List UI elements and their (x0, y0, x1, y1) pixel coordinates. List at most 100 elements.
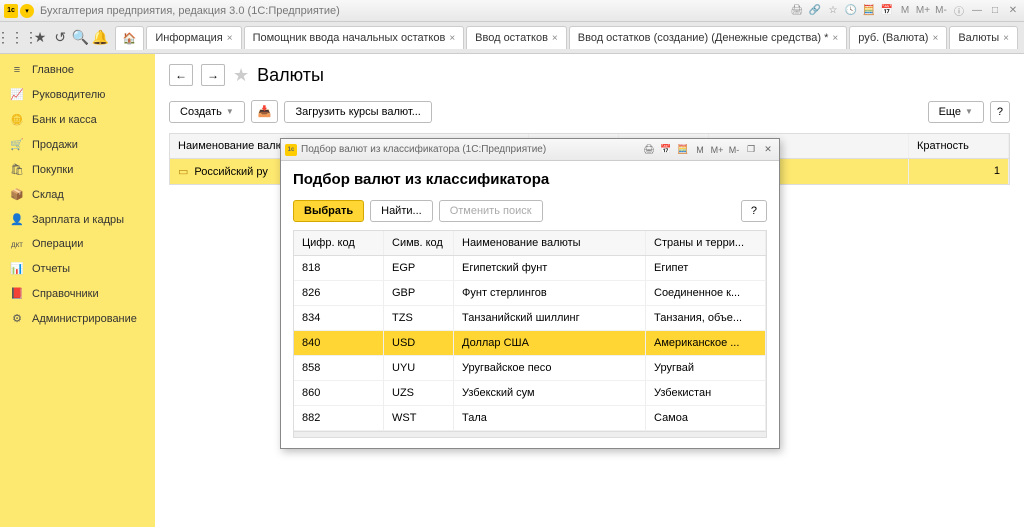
history-icon[interactable]: ↺ (50, 25, 70, 51)
close-icon[interactable]: ✕ (761, 143, 775, 157)
maximize-icon[interactable]: □ (988, 4, 1002, 18)
m-minus-button[interactable]: M- (727, 143, 741, 157)
m-plus-button[interactable]: M+ (710, 143, 724, 157)
tab-assistant[interactable]: Помощник ввода начальных остатков× (244, 26, 465, 49)
info-icon[interactable]: ⓘ (952, 4, 966, 18)
bell-icon[interactable]: 🔔 (91, 25, 111, 51)
m-button[interactable]: M (898, 4, 912, 18)
scrollbar[interactable] (294, 431, 766, 437)
table-row[interactable]: 860UZSУзбекский сумУзбекистан (294, 381, 766, 406)
page-actions: Создать▼ 📥 Загрузить курсы валют... Еще▼… (169, 100, 1010, 123)
star-icon[interactable]: ☆ (826, 4, 840, 18)
menu-icon: ≡ (10, 64, 24, 76)
calc-icon[interactable]: 🧮 (862, 4, 876, 18)
help-button[interactable]: ? (741, 200, 767, 222)
link-icon[interactable]: 🔗 (808, 4, 822, 18)
dialog-titlebar: 1c Подбор валют из классификатора (1С:Пр… (281, 139, 779, 161)
load-rates-button[interactable]: Загрузить курсы валют... (284, 101, 431, 123)
sidebar-item-manager[interactable]: 📈Руководителю (0, 82, 155, 107)
chevron-down-icon: ▼ (226, 107, 234, 116)
close-icon[interactable]: × (449, 33, 455, 44)
dialog-heading: Подбор валют из классификатора (293, 171, 767, 188)
tab-entry[interactable]: Ввод остатков× (466, 26, 567, 49)
minimize-icon[interactable]: — (970, 4, 984, 18)
select-button[interactable]: Выбрать (293, 200, 364, 222)
chart-icon: 📈 (10, 88, 24, 101)
sidebar-item-main[interactable]: ≡Главное (0, 58, 155, 82)
m-plus-button[interactable]: M+ (916, 4, 930, 18)
search-icon[interactable]: 🔍 (70, 25, 90, 51)
sidebar-item-operations[interactable]: дктОперации (0, 232, 155, 256)
close-icon[interactable]: × (552, 33, 558, 44)
calendar-icon[interactable]: 📅 (880, 4, 894, 18)
ops-icon: дкт (10, 240, 24, 249)
col-mult[interactable]: Кратность (909, 134, 1009, 158)
favorite-icon[interactable]: ★ (30, 25, 50, 51)
table-row[interactable]: 882WSTТалаСамоа (294, 406, 766, 431)
load-by-classifier-button[interactable]: 📥 (251, 100, 279, 123)
table-row[interactable]: 840USDДоллар СШААмериканское ... (294, 331, 766, 356)
classifier-grid: Цифр. код Симв. код Наименование валюты … (293, 230, 767, 438)
tab-bar: 🏠 Информация× Помощник ввода начальных о… (115, 22, 1020, 53)
tab-home[interactable]: 🏠 (115, 26, 145, 50)
coin-icon: 🪙 (10, 113, 24, 126)
app-logo-icon: 1c (285, 144, 297, 156)
close-icon[interactable]: × (832, 33, 838, 44)
forward-button[interactable]: → (201, 64, 225, 86)
cart-icon: 🛒 (10, 138, 24, 151)
calc-icon[interactable]: 🧮 (676, 143, 690, 157)
sidebar-item-bank[interactable]: 🪙Банк и касса (0, 107, 155, 132)
tab-currencies[interactable]: Валюты× (949, 26, 1018, 49)
find-button[interactable]: Найти... (370, 200, 433, 222)
row-icon: ▭ (178, 166, 188, 178)
apps-icon[interactable]: ⋮⋮⋮ (4, 25, 30, 51)
gear-icon: ⚙ (10, 312, 24, 325)
help-button[interactable]: ? (990, 101, 1010, 123)
more-button[interactable]: Еще▼ (928, 101, 984, 123)
table-row[interactable]: 818EGPЕгипетский фунтЕгипет (294, 256, 766, 281)
close-icon[interactable]: × (227, 33, 233, 44)
print-icon[interactable]: 🖨 (790, 4, 804, 18)
tab-rub[interactable]: руб. (Валюта)× (849, 26, 947, 49)
page-header: ← → ★ Валюты (169, 64, 1010, 86)
sidebar-item-admin[interactable]: ⚙Администрирование (0, 306, 155, 331)
sidebar-item-warehouse[interactable]: 📦Склад (0, 182, 155, 207)
tab-info[interactable]: Информация× (146, 26, 241, 49)
clock-icon[interactable]: 🕓 (844, 4, 858, 18)
box-icon: 📦 (10, 188, 24, 201)
back-button[interactable]: ← (169, 64, 193, 86)
dialog-titlebar-icons: 🖨 📅 🧮 M M+ M- ❐ ✕ (642, 143, 775, 157)
person-icon: 👤 (10, 213, 24, 226)
col-country[interactable]: Страны и терри... (646, 231, 766, 255)
app-logo-icon: 1c (4, 4, 18, 18)
cancel-search-button: Отменить поиск (439, 200, 543, 222)
close-icon[interactable]: × (1003, 33, 1009, 44)
calendar-icon[interactable]: 📅 (659, 143, 673, 157)
app-dropdown-icon[interactable]: ▾ (20, 4, 34, 18)
col-sym[interactable]: Симв. код (384, 231, 454, 255)
bag-icon: 🛍 (10, 163, 24, 176)
tab-entry-create[interactable]: Ввод остатков (создание) (Денежные средс… (569, 26, 847, 49)
table-row[interactable]: 858UYUУругвайское песоУругвай (294, 356, 766, 381)
sidebar-item-sales[interactable]: 🛒Продажи (0, 132, 155, 157)
sidebar-item-purchases[interactable]: 🛍Покупки (0, 157, 155, 182)
page-title: Валюты (257, 65, 324, 86)
col-name[interactable]: Наименование валюты (454, 231, 646, 255)
window-restore-icon[interactable]: ❐ (744, 143, 758, 157)
fav-star-icon[interactable]: ★ (233, 65, 249, 86)
table-row[interactable]: 826GBPФунт стерлинговСоединенное к... (294, 281, 766, 306)
print-icon[interactable]: 🖨 (642, 143, 656, 157)
col-code[interactable]: Цифр. код (294, 231, 384, 255)
dialog-title: Подбор валют из классификатора (1С:Предп… (301, 144, 546, 155)
barchart-icon: 📊 (10, 262, 24, 275)
m-button[interactable]: M (693, 143, 707, 157)
m-minus-button[interactable]: M- (934, 4, 948, 18)
create-button[interactable]: Создать▼ (169, 101, 245, 123)
close-icon[interactable]: ✕ (1006, 4, 1020, 18)
sidebar-item-refs[interactable]: 📕Справочники (0, 281, 155, 306)
sidebar-item-salary[interactable]: 👤Зарплата и кадры (0, 207, 155, 232)
table-row[interactable]: 834TZSТанзанийский шиллингТанзания, объе… (294, 306, 766, 331)
dialog-actions: Выбрать Найти... Отменить поиск ? (293, 200, 767, 222)
sidebar-item-reports[interactable]: 📊Отчеты (0, 256, 155, 281)
close-icon[interactable]: × (932, 33, 938, 44)
